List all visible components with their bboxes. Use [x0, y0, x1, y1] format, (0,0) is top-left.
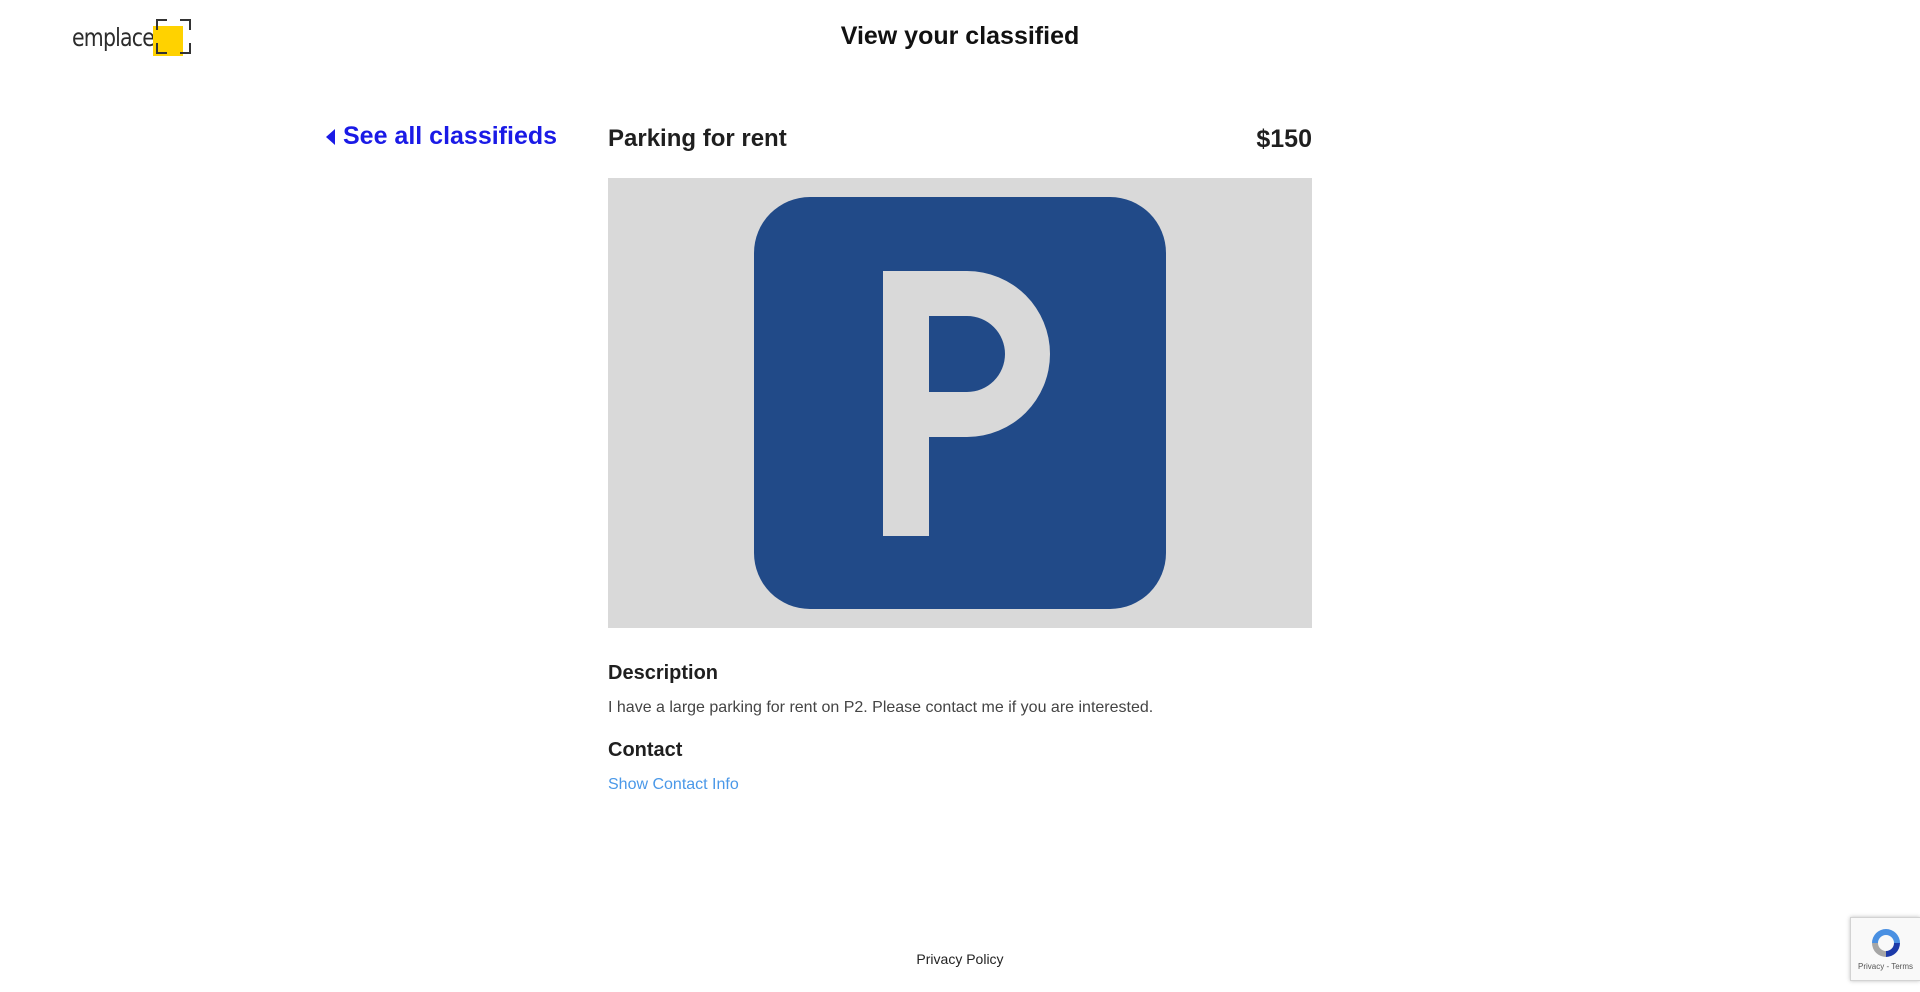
- title-row: Parking for rent $150: [608, 120, 1312, 158]
- privacy-policy-link[interactable]: Privacy Policy: [916, 951, 1003, 967]
- description-text: I have a large parking for rent on P2. P…: [608, 699, 1154, 716]
- caret-left-icon: [326, 128, 335, 145]
- classified-image: [608, 178, 1312, 628]
- contact-heading: Contact: [608, 739, 683, 761]
- recaptcha-badge[interactable]: Privacy - Terms: [1850, 917, 1920, 981]
- parking-sign-icon: [754, 197, 1166, 609]
- recaptcha-links[interactable]: Privacy - Terms: [1858, 962, 1913, 971]
- description-heading: Description: [608, 662, 719, 684]
- show-contact-info-link[interactable]: Show Contact Info: [608, 776, 739, 794]
- back-link-label: See all classifieds: [343, 122, 558, 150]
- header: emplace View your classified: [0, 0, 1920, 80]
- classified-detail: Parking for rent $150 Description I have…: [608, 120, 1312, 794]
- footer: Privacy Policy: [0, 951, 1920, 967]
- recaptcha-icon: [1871, 929, 1900, 957]
- page-title: View your classified: [840, 22, 1080, 50]
- classified-title: Parking for rent: [608, 125, 787, 152]
- classified-price: $150: [1256, 124, 1312, 153]
- see-all-classifieds-link[interactable]: See all classifieds: [326, 122, 557, 151]
